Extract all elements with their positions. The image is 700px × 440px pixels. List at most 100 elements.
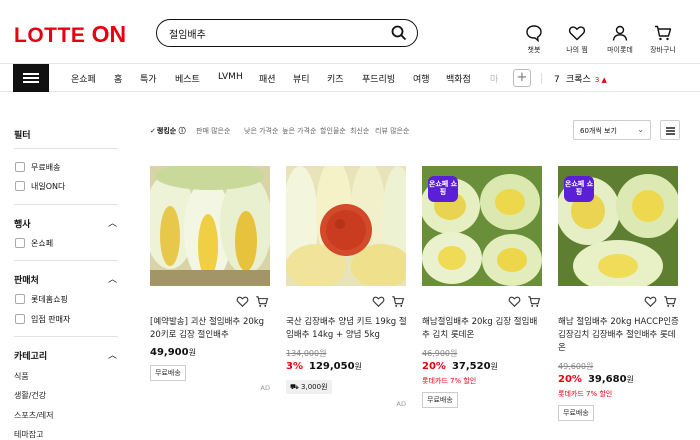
original-price: 46,900원 bbox=[422, 349, 458, 358]
divider bbox=[14, 336, 118, 337]
person-icon bbox=[612, 25, 628, 41]
product-price: 3% 129,050원 bbox=[286, 361, 362, 372]
nav-item[interactable]: LVMH bbox=[218, 72, 243, 82]
heart-icon[interactable] bbox=[372, 295, 385, 308]
chevron-up-icon[interactable]: ︿ bbox=[108, 348, 117, 361]
product-image[interactable]: 온쇼페 쇼핑 bbox=[422, 166, 542, 286]
nav-expand-button[interactable]: + bbox=[513, 69, 531, 87]
filter-group-title: 판매처 bbox=[14, 276, 39, 286]
divider bbox=[14, 148, 118, 149]
product-image[interactable] bbox=[286, 166, 406, 286]
chevron-down-icon: ⌄ bbox=[637, 125, 644, 134]
chevron-up-icon[interactable]: ︿ bbox=[108, 216, 117, 229]
sort-ranking[interactable]: 랭킹순 ⓘ bbox=[150, 126, 186, 136]
cart-icon[interactable] bbox=[663, 295, 677, 308]
heart-icon[interactable] bbox=[236, 295, 249, 308]
free-shipping-badge: 무료배송 bbox=[150, 365, 186, 381]
nav-item[interactable]: 패션 bbox=[259, 72, 276, 85]
card-discount-promo: 롯데카드 7% 할인 bbox=[422, 377, 477, 385]
nav-item[interactable]: 백화점 bbox=[446, 72, 471, 85]
cart-button[interactable]: 장바구니 bbox=[643, 24, 683, 55]
lotteon-logo[interactable]: LOTTE ON bbox=[14, 21, 126, 48]
nav-item[interactable]: 온쇼페 bbox=[71, 72, 96, 85]
cart-icon[interactable] bbox=[391, 295, 405, 308]
ad-label: AD bbox=[260, 384, 270, 392]
nav-item[interactable]: 홈 bbox=[114, 72, 122, 85]
filter-lotte-homeshopping[interactable]: 롯데홈쇼핑 bbox=[15, 294, 68, 305]
cabbage-with-seasoning-photo bbox=[286, 166, 406, 286]
free-shipping-badge: 무료배송 bbox=[558, 405, 594, 421]
coupon-badge: ⛟ 3,000원 bbox=[286, 380, 332, 394]
product-image[interactable]: 온쇼페 쇼핑 bbox=[558, 166, 678, 286]
truck-icon: ⛟ bbox=[290, 383, 299, 391]
trending-keyword[interactable]: 7 크록스 3 ▲ bbox=[554, 72, 607, 85]
product-name[interactable]: 국산 김장배추 양념 키트 19kg 절임배추 14kg + 양념 5kg bbox=[286, 316, 408, 342]
product-card[interactable]: 온쇼페 쇼핑 해남절임배추 20kg 김장 절임배추 김치 롯데온 46,900… bbox=[422, 166, 542, 435]
free-shipping-badge: 무료배송 bbox=[422, 392, 458, 408]
filter-marketplace-seller[interactable]: 입점 판매자 bbox=[15, 314, 70, 325]
filter-group-title: 카테고리 bbox=[14, 352, 48, 362]
list-icon bbox=[666, 127, 675, 129]
nav-item[interactable]: 특가 bbox=[140, 72, 157, 85]
nav-divider bbox=[541, 73, 542, 84]
nav-item[interactable]: 뷰티 bbox=[293, 72, 310, 85]
cart-icon[interactable] bbox=[255, 295, 269, 308]
sort-high-price[interactable]: 높은 가격순 bbox=[282, 126, 316, 136]
page-size-select[interactable]: 60개씩 보기 ⌄ bbox=[573, 120, 651, 140]
divider bbox=[14, 204, 118, 205]
product-price: 20% 39,680원 bbox=[558, 374, 634, 385]
filter-title: 필터 bbox=[14, 131, 31, 141]
sort-newest[interactable]: 최신순 bbox=[350, 126, 369, 136]
divider bbox=[14, 260, 118, 261]
ad-label: AD bbox=[396, 400, 406, 408]
filter-tomorrow[interactable]: 내일ON다 bbox=[15, 181, 65, 192]
product-actions bbox=[372, 295, 406, 309]
filter-onshope[interactable]: 온쇼페 bbox=[15, 238, 53, 249]
category-nav: 온쇼페 홈 특가 베스트 LVMH 패션 뷰티 키즈 푸드리빙 여행 백화점 마… bbox=[0, 64, 700, 92]
product-name[interactable]: 해남절임배추 20kg 김장 절임배추 김치 롯데온 bbox=[422, 316, 544, 342]
product-image[interactable] bbox=[150, 166, 270, 286]
wishlist-button[interactable]: 나의 찜 bbox=[557, 24, 597, 55]
sort-best-selling[interactable]: 판매 많은순 bbox=[196, 126, 230, 136]
menu-button[interactable] bbox=[13, 64, 49, 92]
list-view-toggle[interactable] bbox=[660, 120, 680, 140]
nav-item[interactable]: 키즈 bbox=[327, 72, 344, 85]
search-input[interactable] bbox=[169, 25, 379, 41]
product-card[interactable]: 국산 김장배추 양념 키트 19kg 절임배추 14kg + 양념 5kg 13… bbox=[286, 166, 408, 435]
product-price: 20% 37,520원 bbox=[422, 361, 498, 372]
search-box bbox=[156, 19, 418, 47]
sort-low-price[interactable]: 낮은 가격순 bbox=[244, 126, 278, 136]
chatbot-button[interactable]: 챗봇 bbox=[514, 24, 554, 55]
nav-item[interactable]: 베스트 bbox=[175, 72, 200, 85]
product-name[interactable]: 해남 절임배추 20kg HACCP인증 김장김치 김장배추 절인배추 롯데온 bbox=[558, 316, 680, 355]
heart-icon[interactable] bbox=[644, 295, 657, 308]
original-price: 49,600원 bbox=[558, 362, 594, 371]
sort-discount[interactable]: 할인율순 bbox=[320, 126, 346, 136]
cart-icon[interactable] bbox=[527, 295, 541, 308]
chevron-up-icon[interactable]: ︿ bbox=[108, 272, 117, 285]
card-discount-promo: 롯데카드 7% 할인 bbox=[558, 390, 613, 398]
category-item[interactable]: 식품 bbox=[14, 371, 29, 382]
filter-free-shipping[interactable]: 무료배송 bbox=[15, 162, 60, 173]
category-item[interactable]: 스포츠/레저 bbox=[14, 410, 54, 421]
product-price: 49,900원 bbox=[150, 347, 196, 358]
nav-item[interactable]: 마 bbox=[490, 72, 498, 85]
product-card[interactable]: [예약발송] 괴산 절임배추 20kg 20키로 김장 절인배추 49,900원… bbox=[150, 166, 270, 435]
product-name[interactable]: [예약발송] 괴산 절임배추 20kg 20키로 김장 절인배추 bbox=[150, 316, 272, 342]
product-actions bbox=[236, 295, 270, 309]
search-icon[interactable] bbox=[391, 25, 407, 41]
mylotte-button[interactable]: 마이롯데 bbox=[600, 24, 640, 55]
info-icon[interactable]: ⓘ bbox=[179, 127, 186, 135]
category-item[interactable]: 생활/건강 bbox=[14, 390, 46, 401]
nav-item[interactable]: 여행 bbox=[413, 72, 430, 85]
product-actions bbox=[644, 295, 678, 309]
sort-reviews[interactable]: 리뷰 많은순 bbox=[375, 126, 409, 136]
heart-icon[interactable] bbox=[508, 295, 521, 308]
site-header: LOTTE ON 챗봇 나의 찜 마이롯데 장바구니 bbox=[0, 0, 700, 62]
product-actions bbox=[508, 295, 542, 309]
nav-item[interactable]: 푸드리빙 bbox=[362, 72, 395, 85]
menu-icon bbox=[23, 73, 39, 75]
product-card[interactable]: 온쇼페 쇼핑 해남 절임배추 20kg HACCP인증 김장김치 김장배추 절인… bbox=[558, 166, 680, 435]
napa-cabbage-photo bbox=[150, 166, 270, 286]
heart-icon bbox=[568, 26, 586, 41]
